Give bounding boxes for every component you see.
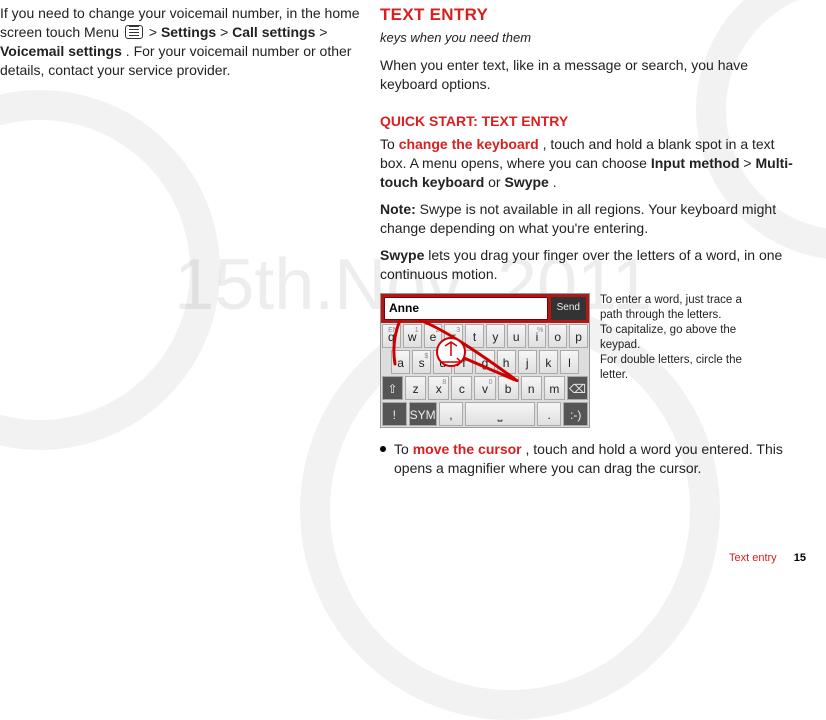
keyboard-key: ⇧ xyxy=(382,376,403,400)
text: > xyxy=(220,24,232,40)
keyboard-key: x8 xyxy=(428,376,449,400)
keyboard-key: e2 xyxy=(424,324,443,348)
swype-bold: Swype xyxy=(380,247,424,263)
keyboard-row-3: ⇧zx8cv0bnm⌫ xyxy=(381,375,589,401)
voicemail-settings-label: Voicemail settings xyxy=(0,43,122,59)
keyboard-key: c xyxy=(451,376,472,400)
quick-start-heading: QUICK START: TEXT ENTRY xyxy=(380,112,800,131)
change-keyboard-paragraph: To change the keyboard , touch and hold … xyxy=(380,135,800,192)
settings-label: Settings xyxy=(161,24,216,40)
keyboard-key: ⎵ xyxy=(465,402,535,426)
swype-paragraph: Swype lets you drag your finger over the… xyxy=(380,246,800,284)
keyboard-key: d xyxy=(433,350,452,374)
caption-line: To capitalize, go above the keypad. xyxy=(600,323,750,353)
left-column: If you need to change your voicemail num… xyxy=(0,4,360,478)
page-number: 15 xyxy=(794,552,806,564)
keyboard-caption: To enter a word, just trace a path throu… xyxy=(600,293,750,383)
bullet-text: To move the cursor , touch and hold a wo… xyxy=(394,440,800,478)
page-footer: Text entry 15 xyxy=(729,552,806,564)
keyboard-key: b xyxy=(498,376,519,400)
footer-section: Text entry xyxy=(729,552,777,564)
keyboard-key: :-) xyxy=(563,402,588,426)
keyboard-figure: Anne Send qENw1e2r3tyui%op as$dfghjkl ⇧z… xyxy=(380,293,800,428)
keyboard-key: ⌫ xyxy=(567,376,588,400)
bullet-icon xyxy=(380,446,386,452)
keyboard-key: l xyxy=(560,350,579,374)
keyboard-key: s$ xyxy=(412,350,431,374)
keyboard-row-2: as$dfghjkl xyxy=(381,349,589,375)
keyboard-key: v0 xyxy=(474,376,495,400)
keyboard-illustration: Anne Send qENw1e2r3tyui%op as$dfghjkl ⇧z… xyxy=(380,293,590,428)
keyboard-key: . xyxy=(537,402,562,426)
keyboard-key: w1 xyxy=(403,324,422,348)
keyboard-key: o xyxy=(548,324,567,348)
text: > xyxy=(743,155,755,171)
text: To xyxy=(380,136,399,152)
move-cursor-link: move the cursor xyxy=(413,441,522,457)
bullet-item: To move the cursor , touch and hold a wo… xyxy=(380,440,800,478)
text: To xyxy=(394,441,413,457)
keyboard-key: k xyxy=(539,350,558,374)
input-method-label: Input method xyxy=(651,155,740,171)
subtitle: keys when you need them xyxy=(380,29,800,47)
text: or xyxy=(488,174,504,190)
keyboard-key: m xyxy=(544,376,565,400)
keyboard-key: qEN xyxy=(382,324,401,348)
text: . xyxy=(553,174,557,190)
keyboard-key: p xyxy=(569,324,588,348)
keyboard-input-display: Anne xyxy=(384,297,548,319)
keyboard-key: h xyxy=(497,350,516,374)
keyboard-key: ! xyxy=(382,402,407,426)
keyboard-row-1: qENw1e2r3tyui%op xyxy=(381,323,589,349)
keyboard-row-4: !SYM,⎵.:-) xyxy=(381,401,589,427)
caption-line: For double letters, circle the letter. xyxy=(600,353,750,383)
text: lets you drag your finger over the lette… xyxy=(380,247,782,282)
keyboard-key: j xyxy=(518,350,537,374)
keyboard-key: z xyxy=(405,376,426,400)
menu-icon xyxy=(125,25,143,39)
keyboard-key: SYM xyxy=(409,402,437,426)
swype-label: Swype xyxy=(504,174,548,190)
intro-paragraph: When you enter text, like in a message o… xyxy=(380,56,800,94)
keyboard-key: y xyxy=(486,324,505,348)
note-label: Note: xyxy=(380,201,416,217)
call-settings-label: Call settings xyxy=(232,24,315,40)
change-keyboard-link: change the keyboard xyxy=(399,136,539,152)
keyboard-key: u xyxy=(507,324,526,348)
note-paragraph: Note: Swype is not available in all regi… xyxy=(380,200,800,238)
keyboard-key: n xyxy=(521,376,542,400)
keyboard-key: r3 xyxy=(444,324,463,348)
voicemail-paragraph: If you need to change your voicemail num… xyxy=(0,4,360,80)
keyboard-key: f xyxy=(454,350,473,374)
text: > xyxy=(319,24,327,40)
caption-line: To enter a word, just trace a path throu… xyxy=(600,293,750,323)
keyboard-key: t xyxy=(465,324,484,348)
text: > xyxy=(149,24,161,40)
keyboard-key: , xyxy=(439,402,464,426)
keyboard-key: g xyxy=(475,350,494,374)
keyboard-key: a xyxy=(391,350,410,374)
right-column: TEXT ENTRY keys when you need them When … xyxy=(380,4,800,478)
text: Swype is not available in all regions. Y… xyxy=(380,201,776,236)
keyboard-key: i% xyxy=(528,324,547,348)
text-entry-heading: TEXT ENTRY xyxy=(380,4,800,27)
keyboard-send-button: Send xyxy=(551,297,586,319)
